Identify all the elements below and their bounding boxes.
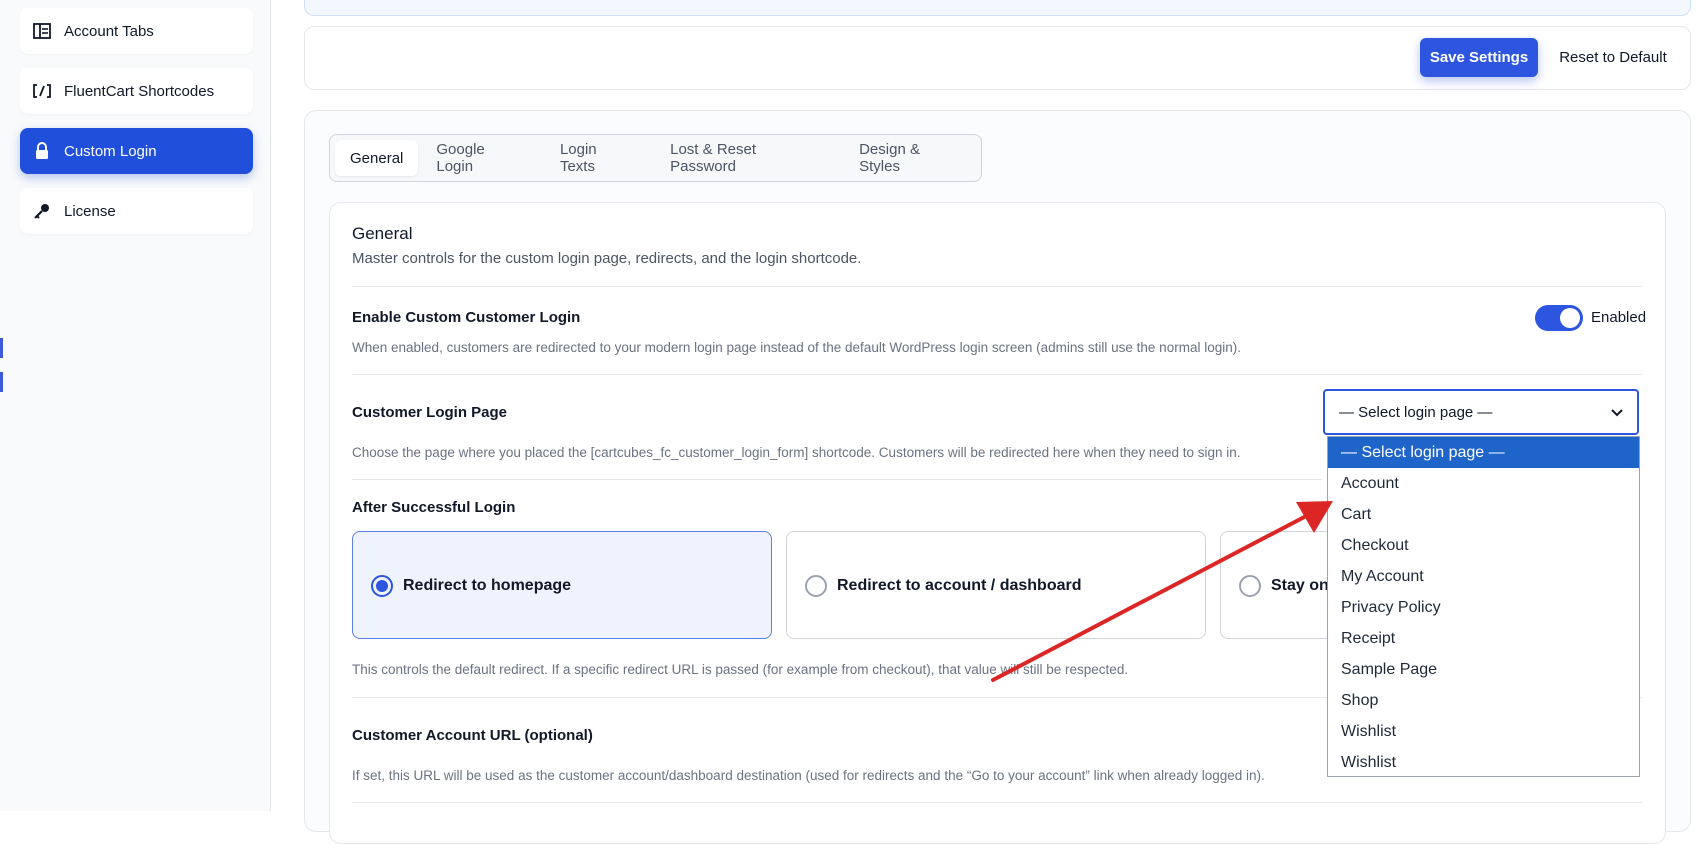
- notice-strip: [304, 0, 1691, 16]
- login-page-select[interactable]: — Select login page —: [1323, 389, 1639, 435]
- layout-icon: [20, 23, 64, 39]
- tab-general[interactable]: General: [335, 140, 419, 176]
- tab-login-texts[interactable]: Login Texts: [542, 140, 652, 176]
- enable-login-label: Enable Custom Customer Login: [352, 309, 581, 326]
- radio-label: Redirect to homepage: [403, 577, 572, 594]
- save-settings-button[interactable]: Save Settings: [1420, 38, 1538, 77]
- login-page-select-value: — Select login page —: [1339, 404, 1493, 421]
- settings-tabs: General Google Login Login Texts Lost & …: [329, 134, 982, 182]
- dropdown-option[interactable]: Shop: [1328, 685, 1639, 716]
- sidebar-item-fluentcart-shortcodes[interactable]: FluentCart Shortcodes: [20, 68, 253, 114]
- radio-button[interactable]: [805, 575, 827, 597]
- tab-design-styles[interactable]: Design & Styles: [841, 140, 981, 176]
- dropdown-option[interactable]: Wishlist: [1328, 716, 1639, 747]
- dropdown-option[interactable]: Account: [1328, 468, 1639, 499]
- shortcode-icon: [20, 83, 64, 99]
- radio-label: Redirect to account / dashboard: [837, 577, 1082, 594]
- radio-button[interactable]: [1239, 575, 1261, 597]
- sidebar-item-label: FluentCart Shortcodes: [64, 82, 215, 100]
- dropdown-option[interactable]: Wishlist: [1328, 747, 1639, 778]
- sidebar-item-license[interactable]: License: [20, 188, 253, 234]
- tab-google-login[interactable]: Google Login: [418, 140, 542, 176]
- dropdown-option[interactable]: Receipt: [1328, 623, 1639, 654]
- login-page-label: Customer Login Page: [352, 404, 508, 421]
- login-page-dropdown: — Select login page — Account Cart Check…: [1327, 436, 1640, 777]
- account-url-help: If set, this URL will be used as the cus…: [352, 768, 1265, 783]
- dropdown-option[interactable]: My Account: [1328, 561, 1639, 592]
- reset-to-default-button[interactable]: Reset to Default: [1548, 38, 1678, 77]
- section-subtitle: Master controls for the custom login pag…: [352, 250, 862, 267]
- after-login-label: After Successful Login: [352, 499, 516, 516]
- chevron-down-icon: [1609, 404, 1625, 425]
- after-login-help: This controls the default redirect. If a…: [352, 662, 1129, 677]
- sidebar: Account Tabs FluentCart Shortcodes Custo…: [0, 0, 271, 811]
- divider: [352, 802, 1642, 803]
- divider: [352, 286, 1642, 287]
- redirect-homepage-option[interactable]: Redirect to homepage: [352, 531, 772, 639]
- sidebar-item-account-tabs[interactable]: Account Tabs: [20, 8, 253, 54]
- account-url-label: Customer Account URL (optional): [352, 727, 593, 744]
- radio-label: Stay on: [1271, 577, 1329, 594]
- sidebar-item-label: Account Tabs: [64, 22, 154, 40]
- dropdown-option[interactable]: — Select login page —: [1328, 437, 1639, 468]
- sidebar-item-label: License: [64, 202, 116, 220]
- enable-login-status: Enabled: [1591, 309, 1647, 326]
- divider: [352, 374, 1642, 375]
- sidebar-item-label: Custom Login: [64, 142, 157, 160]
- login-page-help: Choose the page where you placed the [ca…: [352, 445, 1241, 460]
- sidebar-accent: [0, 372, 3, 392]
- dropdown-option[interactable]: Checkout: [1328, 530, 1639, 561]
- key-icon: [20, 202, 64, 220]
- divider: [352, 479, 1322, 480]
- redirect-account-option[interactable]: Redirect to account / dashboard: [786, 531, 1206, 639]
- section-title: General: [352, 224, 413, 243]
- sidebar-accent: [0, 338, 3, 358]
- dropdown-option[interactable]: Cart: [1328, 499, 1639, 530]
- enable-login-toggle[interactable]: [1535, 305, 1583, 331]
- lock-icon: [20, 142, 64, 160]
- enable-login-help: When enabled, customers are redirected t…: [352, 340, 1241, 355]
- dropdown-option[interactable]: Privacy Policy: [1328, 592, 1639, 623]
- radio-button[interactable]: [371, 575, 393, 597]
- dropdown-option[interactable]: Sample Page: [1328, 654, 1639, 685]
- sidebar-item-custom-login[interactable]: Custom Login: [20, 128, 253, 174]
- tab-lost-reset-password[interactable]: Lost & Reset Password: [652, 140, 841, 176]
